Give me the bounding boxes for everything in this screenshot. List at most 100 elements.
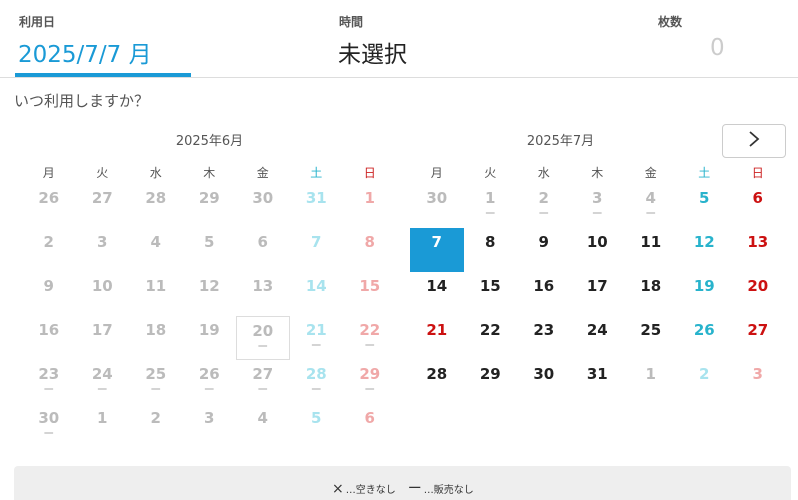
day-number: 23 [38, 365, 60, 383]
day-cell[interactable]: 8 [464, 228, 518, 272]
day-cell: 13 [236, 272, 290, 316]
availability-mark: ー [591, 207, 603, 220]
count-tab[interactable]: 枚数 0 [650, 0, 790, 78]
day-cell[interactable]: 20 [731, 272, 785, 316]
day-number: 20 [747, 277, 769, 295]
day-cell: 15 [343, 272, 397, 316]
day-cell: 29 ー [343, 360, 397, 404]
day-cell[interactable]: 23 [517, 316, 571, 360]
weekday-label: 金 [644, 166, 657, 180]
day-cell[interactable]: 27 [731, 316, 785, 360]
day-cell[interactable]: 12 [678, 228, 732, 272]
day-cell[interactable]: 29 [464, 360, 518, 404]
day-cell: 7 [290, 228, 344, 272]
day-cell: 4 [129, 228, 183, 272]
weekday-label: 月 [430, 166, 443, 180]
day-number: 22 [479, 321, 501, 339]
day-number: 9 [43, 277, 54, 295]
day-cell[interactable]: 14 [410, 272, 464, 316]
count-value: 0 [710, 35, 725, 61]
weekday-label: 水 [537, 166, 550, 180]
day-cell[interactable]: 26 [678, 316, 732, 360]
day-cell: 14 [290, 272, 344, 316]
day-number: 27 [252, 365, 274, 383]
day-cell: 1 [624, 360, 678, 404]
day-cell: 2ー [517, 184, 571, 228]
day-cell: 26 [22, 184, 76, 228]
day-number: 14 [305, 277, 327, 295]
day-cell: 1 [76, 404, 130, 448]
day-cell: 30 ー [22, 404, 76, 448]
day-cell: 2 [129, 404, 183, 448]
date-prompt: いつ利用しますか？ [14, 92, 150, 110]
day-number: 1 [485, 189, 496, 207]
day-cell: 6 [236, 228, 290, 272]
day-number: 1 [364, 189, 375, 207]
day-cell: 12 [183, 272, 237, 316]
day-cell[interactable]: 5 [678, 184, 732, 228]
day-cell[interactable]: 31 [571, 360, 625, 404]
day-cell[interactable]: 10 [571, 228, 625, 272]
availability-mark: ー [257, 383, 269, 396]
day-cell[interactable]: 11 [624, 228, 678, 272]
day-number: 21 [426, 321, 448, 339]
day-number: 9 [538, 233, 549, 251]
day-number: 27 [747, 321, 769, 339]
day-cell[interactable]: 28 [410, 360, 464, 404]
weekday-header: 月火水木金土日 [410, 164, 785, 180]
day-cell: 4 [236, 404, 290, 448]
weekday-label: 日 [751, 166, 764, 180]
time-label: 時間 [339, 15, 364, 29]
day-number: 10 [91, 277, 113, 295]
day-number: 6 [752, 189, 763, 207]
weekday-label: 月 [42, 166, 55, 180]
day-cell[interactable]: 9 [517, 228, 571, 272]
weekday-label: 火 [96, 166, 109, 180]
day-number: 3 [97, 233, 108, 251]
no-sale-text: …販売なし [423, 485, 474, 496]
selection-header: 利用日 2025/7/7 月 時間 未選択 枚数 0 [0, 0, 798, 78]
day-cell[interactable]: 24 [571, 316, 625, 360]
day-cell[interactable]: 19 [678, 272, 732, 316]
day-cell[interactable]: 21 [410, 316, 464, 360]
day-cell[interactable]: 16 [517, 272, 571, 316]
day-cell[interactable]: 6 [731, 184, 785, 228]
day-number: 31 [305, 189, 327, 207]
month-title: 2025年7月 [526, 134, 595, 149]
day-cell: 27 ー [236, 360, 290, 404]
day-cell: 3 [76, 228, 130, 272]
day-cell[interactable]: 22 [464, 316, 518, 360]
weekday-label: 火 [484, 166, 497, 180]
day-number: 21 [305, 321, 327, 339]
day-number: 26 [198, 365, 220, 383]
day-cell: 5 [183, 228, 237, 272]
day-cell[interactable]: 18 [624, 272, 678, 316]
day-number: 17 [91, 321, 113, 339]
day-cell[interactable]: 15 [464, 272, 518, 316]
day-cell[interactable]: 30 [517, 360, 571, 404]
day-cell: 6 [343, 404, 397, 448]
day-number: 5 [311, 409, 322, 427]
day-cell[interactable]: 17 [571, 272, 625, 316]
day-number: 24 [91, 365, 113, 383]
date-tab[interactable]: 利用日 2025/7/7 月 [15, 0, 191, 77]
unavailable-text: …空きなし [345, 485, 396, 496]
date-label: 利用日 [19, 15, 56, 29]
day-number: 2 [43, 233, 54, 251]
day-number: 16 [38, 321, 60, 339]
day-number: 8 [364, 233, 375, 251]
day-cell: 28 ー [290, 360, 344, 404]
day-number: 28 [426, 365, 448, 383]
time-tab[interactable]: 時間 未選択 [336, 0, 596, 78]
unavailable-symbol: × [332, 481, 344, 497]
day-cell[interactable]: 13 [731, 228, 785, 272]
day-cell[interactable]: 25 [624, 316, 678, 360]
availability-mark: ー [43, 427, 55, 440]
day-number: 26 [38, 189, 60, 207]
day-number: 2 [699, 365, 710, 383]
day-number: 22 [359, 321, 381, 339]
day-number: 5 [204, 233, 215, 251]
day-number: 8 [485, 233, 496, 251]
selected-day-cell[interactable]: 7 [410, 228, 464, 272]
weekday-header: 月火水木金土日 [22, 164, 397, 180]
